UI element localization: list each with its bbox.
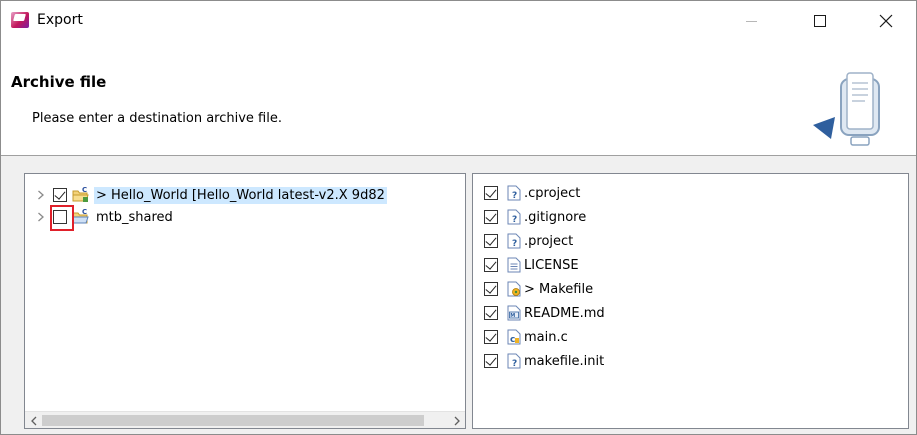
svg-text:C: C xyxy=(82,209,87,216)
tree-item-mtb-shared[interactable]: C mtb_shared xyxy=(25,206,465,228)
file-checkbox[interactable] xyxy=(484,210,498,224)
wizard-banner: Archive file Please enter a destination … xyxy=(1,41,916,156)
c-project-folder-icon: C xyxy=(72,187,89,202)
svg-text:c: c xyxy=(510,335,515,345)
list-item[interactable]: ? .gitignore xyxy=(473,205,908,229)
file-checkbox[interactable] xyxy=(484,234,498,248)
file-label: main.c xyxy=(524,329,568,345)
file-label: LICENSE xyxy=(524,257,579,273)
svg-text:?: ? xyxy=(512,191,517,201)
unknown-file-icon: ? xyxy=(507,353,521,369)
file-checkbox[interactable] xyxy=(484,306,498,320)
expand-arrow-icon[interactable] xyxy=(33,209,49,225)
list-item[interactable]: LICENSE xyxy=(473,253,908,277)
scrollbar-thumb[interactable] xyxy=(42,415,424,426)
maximize-icon xyxy=(814,15,826,27)
list-item[interactable]: ? .project xyxy=(473,229,908,253)
markdown-file-icon: M xyxy=(507,305,521,321)
maximize-button[interactable] xyxy=(797,1,843,41)
file-label: .gitignore xyxy=(524,209,587,225)
archive-export-graphic-icon xyxy=(813,72,880,146)
file-list[interactable]: ? .cproject ? .gitignore ? .project LICE… xyxy=(472,173,909,429)
svg-text:C: C xyxy=(82,187,87,194)
unknown-file-icon: ? xyxy=(507,233,521,249)
unknown-file-icon: ? xyxy=(507,185,521,201)
file-label: .cproject xyxy=(524,185,581,201)
list-item[interactable]: > Makefile xyxy=(473,277,908,301)
close-icon xyxy=(879,14,893,28)
minimize-button[interactable] xyxy=(728,1,774,41)
window-title: Export xyxy=(37,12,83,28)
c-project-folder-icon: C xyxy=(72,209,89,224)
list-item[interactable]: ? .cproject xyxy=(473,181,908,205)
file-checkbox[interactable] xyxy=(484,354,498,368)
scroll-right-button[interactable] xyxy=(448,412,465,429)
chevron-left-icon xyxy=(30,416,36,425)
file-label: README.md xyxy=(524,305,605,321)
tree-item-label: > Hello_World [Hello_World latest-v2.X 9… xyxy=(94,186,387,204)
export-dialog: Export Archive file Please enter a desti… xyxy=(0,0,917,435)
tree-item-hello-world[interactable]: C > Hello_World [Hello_World latest-v2.X… xyxy=(25,184,465,206)
page-description: Please enter a destination archive file. xyxy=(32,111,282,126)
title-bar[interactable]: Export xyxy=(1,1,916,41)
makefile-icon xyxy=(507,281,521,297)
svg-text:?: ? xyxy=(512,215,517,225)
file-label: > Makefile xyxy=(524,281,594,297)
file-label: makefile.init xyxy=(524,353,605,369)
svg-text:?: ? xyxy=(512,239,517,249)
page-title: Archive file xyxy=(11,73,107,91)
expand-arrow-icon[interactable] xyxy=(33,187,49,203)
unknown-file-icon: ? xyxy=(507,209,521,225)
list-item[interactable]: M README.md xyxy=(473,301,908,325)
close-button[interactable] xyxy=(863,1,909,41)
minimize-icon xyxy=(745,20,757,22)
horizontal-scrollbar[interactable] xyxy=(25,411,465,428)
svg-text:?: ? xyxy=(512,359,517,369)
export-wizard-icon xyxy=(11,12,29,28)
checkbox-highlight-annotation xyxy=(50,205,74,231)
svg-text:M: M xyxy=(510,313,515,319)
file-checkbox[interactable] xyxy=(484,258,498,272)
project-tree[interactable]: C > Hello_World [Hello_World latest-v2.X… xyxy=(24,173,466,429)
text-file-icon xyxy=(507,257,521,273)
file-checkbox[interactable] xyxy=(484,186,498,200)
file-checkbox[interactable] xyxy=(484,330,498,344)
c-source-file-icon: c xyxy=(507,329,521,345)
tree-item-label: mtb_shared xyxy=(96,209,173,225)
file-label: .project xyxy=(524,233,574,249)
list-item[interactable]: c main.c xyxy=(473,325,908,349)
file-checkbox[interactable] xyxy=(484,282,498,296)
list-item[interactable]: ? makefile.init xyxy=(473,349,908,373)
tree-item-checkbox[interactable] xyxy=(53,188,67,202)
chevron-right-icon xyxy=(454,416,460,425)
scroll-left-button[interactable] xyxy=(25,412,42,429)
